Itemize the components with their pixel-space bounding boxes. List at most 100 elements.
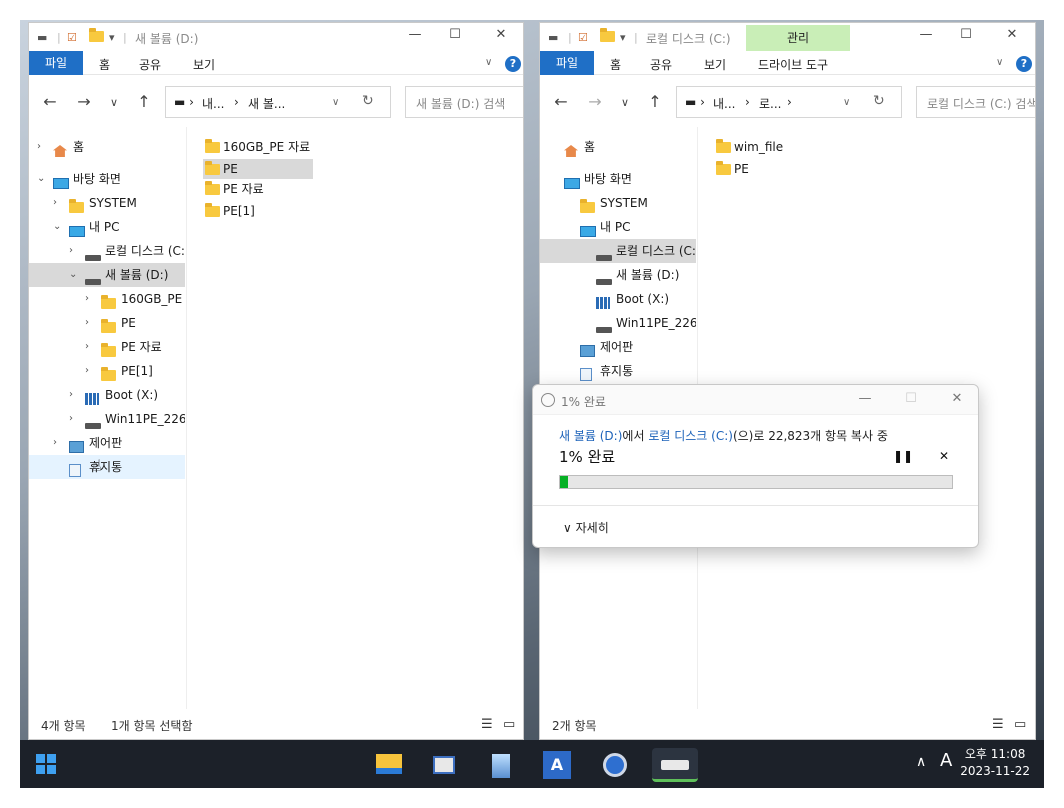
minimize-button[interactable]: — bbox=[395, 27, 435, 47]
tab-view[interactable]: 보기 bbox=[193, 56, 215, 73]
tree-item[interactable]: › PE[1] bbox=[29, 359, 185, 383]
tab-home[interactable]: 홈 bbox=[610, 56, 621, 73]
tab-share[interactable]: 공유 bbox=[650, 56, 672, 73]
tree-item[interactable]: › 제어판 bbox=[29, 431, 185, 455]
chevron-right-icon[interactable]: › bbox=[85, 287, 89, 311]
source-link[interactable]: 새 볼륨 (D:) bbox=[559, 429, 622, 443]
tree-item[interactable]: ⌄ 바탕 화면 bbox=[29, 167, 185, 191]
more-details-button[interactable]: ∨ 자세히 bbox=[563, 519, 609, 536]
tree-item[interactable]: 홈 bbox=[540, 135, 696, 159]
large-icons-view-icon[interactable]: ▭ bbox=[503, 717, 515, 732]
tree-item[interactable]: 휴지통 bbox=[540, 359, 696, 383]
tree-item[interactable]: 휴지통 bbox=[29, 455, 185, 479]
disk-tool-icon[interactable] bbox=[482, 748, 520, 782]
breadcrumb-my-pc[interactable]: 내... bbox=[202, 95, 224, 112]
tree-item[interactable]: ⌄ 새 볼륨 (D:) bbox=[29, 263, 185, 287]
back-arrow-icon[interactable]: ← bbox=[550, 92, 572, 111]
tree-item[interactable]: › PE 자료 bbox=[29, 335, 185, 359]
up-arrow-icon[interactable]: ↑ bbox=[133, 92, 155, 111]
tree-item[interactable]: › PE bbox=[29, 311, 185, 335]
maximize-button[interactable]: ☐ bbox=[435, 27, 475, 47]
tree-item[interactable]: 바탕 화면 bbox=[540, 167, 696, 191]
properties-icon[interactable]: ☑ bbox=[67, 31, 77, 44]
chevron-right-icon[interactable]: › bbox=[53, 191, 57, 215]
tree-item[interactable]: ⌄ 내 PC bbox=[29, 215, 185, 239]
destination-link[interactable]: 로컬 디스크 (C:) bbox=[648, 429, 733, 443]
close-button[interactable]: ✕ bbox=[992, 27, 1032, 47]
cancel-button[interactable]: ✕ bbox=[939, 449, 949, 463]
chevron-right-icon[interactable]: › bbox=[69, 407, 73, 431]
large-icons-view-icon[interactable]: ▭ bbox=[1014, 717, 1026, 732]
address-dropdown-icon[interactable]: ∨ bbox=[332, 97, 339, 108]
breadcrumb-local-disk-c[interactable]: 로... bbox=[759, 95, 781, 112]
maximize-button[interactable]: ☐ bbox=[946, 27, 986, 47]
title-bar[interactable]: ▬ | ☑ ▾ | 새 볼륨 (D:) — ☐ ✕ bbox=[29, 23, 523, 51]
tree-item[interactable]: SYSTEM bbox=[540, 191, 696, 215]
recent-dropdown-icon[interactable]: ∨ bbox=[614, 96, 636, 109]
chevron-right-icon[interactable]: › bbox=[85, 359, 89, 383]
tree-item[interactable]: › Boot (X:) bbox=[29, 383, 185, 407]
breadcrumb-volume-d[interactable]: 새 볼... bbox=[248, 95, 285, 112]
chevron-down-icon[interactable]: ∨ bbox=[996, 57, 1003, 68]
close-button[interactable]: ✕ bbox=[481, 27, 521, 47]
search-input[interactable]: 새 볼륨 (D:) 검색 bbox=[405, 86, 523, 118]
tree-item[interactable]: Win11PE_226 (Y:) bbox=[540, 311, 696, 335]
refresh-icon[interactable]: ↻ bbox=[362, 93, 374, 109]
help-icon[interactable]: ? bbox=[1016, 56, 1032, 72]
chevron-down-icon[interactable]: ⌄ bbox=[69, 263, 77, 287]
file-item[interactable]: PE[1] bbox=[203, 201, 255, 221]
tab-file[interactable]: 파일 bbox=[540, 51, 594, 75]
qat-dropdown-icon[interactable]: ▾ bbox=[109, 31, 115, 44]
address-dropdown-icon[interactable]: ∨ bbox=[843, 97, 850, 108]
dialog-title-bar[interactable]: 1% 완료 — ☐ ✕ bbox=[533, 385, 978, 415]
properties-icon[interactable]: ☑ bbox=[578, 31, 588, 44]
chevron-down-icon[interactable]: ⌄ bbox=[53, 215, 61, 239]
file-item[interactable]: PE bbox=[714, 159, 749, 179]
tree-item[interactable]: 제어판 bbox=[540, 335, 696, 359]
tree-item[interactable]: › 160GB_PE 자료 bbox=[29, 287, 185, 311]
chevron-right-icon[interactable]: › bbox=[69, 383, 73, 407]
chevron-right-icon[interactable]: › bbox=[37, 135, 41, 159]
help-icon[interactable]: ? bbox=[505, 56, 521, 72]
tab-view[interactable]: 보기 bbox=[704, 56, 726, 73]
minimize-button[interactable]: — bbox=[906, 27, 946, 47]
title-bar[interactable]: ▬ | ☑ ▾ | 로컬 디스크 (C:) 관리 — ☐ ✕ bbox=[540, 23, 1035, 51]
file-item[interactable]: PE 자료 bbox=[203, 179, 264, 199]
clock[interactable]: 오후 11:08 2023-11-22 bbox=[960, 746, 1030, 780]
tree-item[interactable]: 로컬 디스크 (C:) bbox=[540, 239, 696, 263]
chevron-right-icon[interactable]: › bbox=[85, 311, 89, 335]
start-button[interactable] bbox=[36, 754, 56, 774]
chevron-right-icon[interactable]: › bbox=[53, 431, 57, 455]
search-input[interactable]: 로컬 디스크 (C:) 검색 bbox=[916, 86, 1035, 118]
tree-item[interactable]: Boot (X:) bbox=[540, 287, 696, 311]
chevron-down-icon[interactable]: ⌄ bbox=[37, 167, 45, 191]
forward-arrow-icon[interactable]: → bbox=[584, 92, 606, 111]
address-bar[interactable]: ▬ › 내... › 새 볼... ∨ ↻ bbox=[165, 86, 391, 118]
forward-arrow-icon[interactable]: → bbox=[73, 92, 95, 111]
breadcrumb-my-pc[interactable]: 내... bbox=[713, 95, 735, 112]
ime-indicator[interactable]: A bbox=[940, 750, 952, 771]
pause-button[interactable]: ❚❚ bbox=[893, 449, 913, 463]
tab-drive-tools[interactable]: 드라이브 도구 bbox=[758, 56, 828, 73]
file-item[interactable]: PE bbox=[203, 159, 313, 179]
tree-item[interactable]: 내 PC bbox=[540, 215, 696, 239]
back-arrow-icon[interactable]: ← bbox=[39, 92, 61, 111]
tree-item[interactable]: 새 볼륨 (D:) bbox=[540, 263, 696, 287]
tray-overflow-icon[interactable]: ∧ bbox=[916, 754, 926, 770]
tree-item[interactable]: › 홈 bbox=[29, 135, 185, 159]
drive-icon[interactable] bbox=[652, 748, 698, 782]
tab-home[interactable]: 홈 bbox=[99, 56, 110, 73]
text-editor-icon[interactable]: A bbox=[538, 748, 576, 782]
chevron-right-icon[interactable]: › bbox=[85, 335, 89, 359]
tab-file[interactable]: 파일 bbox=[29, 51, 83, 75]
tree-item[interactable]: › SYSTEM bbox=[29, 191, 185, 215]
refresh-icon[interactable]: ↻ bbox=[873, 93, 885, 109]
file-item[interactable]: wim_file bbox=[714, 137, 783, 157]
file-explorer-icon[interactable] bbox=[370, 748, 408, 782]
chevron-right-icon[interactable]: › bbox=[69, 239, 73, 263]
minimize-button[interactable]: — bbox=[853, 391, 877, 406]
recent-dropdown-icon[interactable]: ∨ bbox=[103, 96, 125, 109]
screen-capture-icon[interactable] bbox=[425, 748, 463, 782]
tree-item[interactable]: › Win11PE_226 (Y:) bbox=[29, 407, 185, 431]
details-view-icon[interactable]: ☰ bbox=[481, 717, 493, 732]
